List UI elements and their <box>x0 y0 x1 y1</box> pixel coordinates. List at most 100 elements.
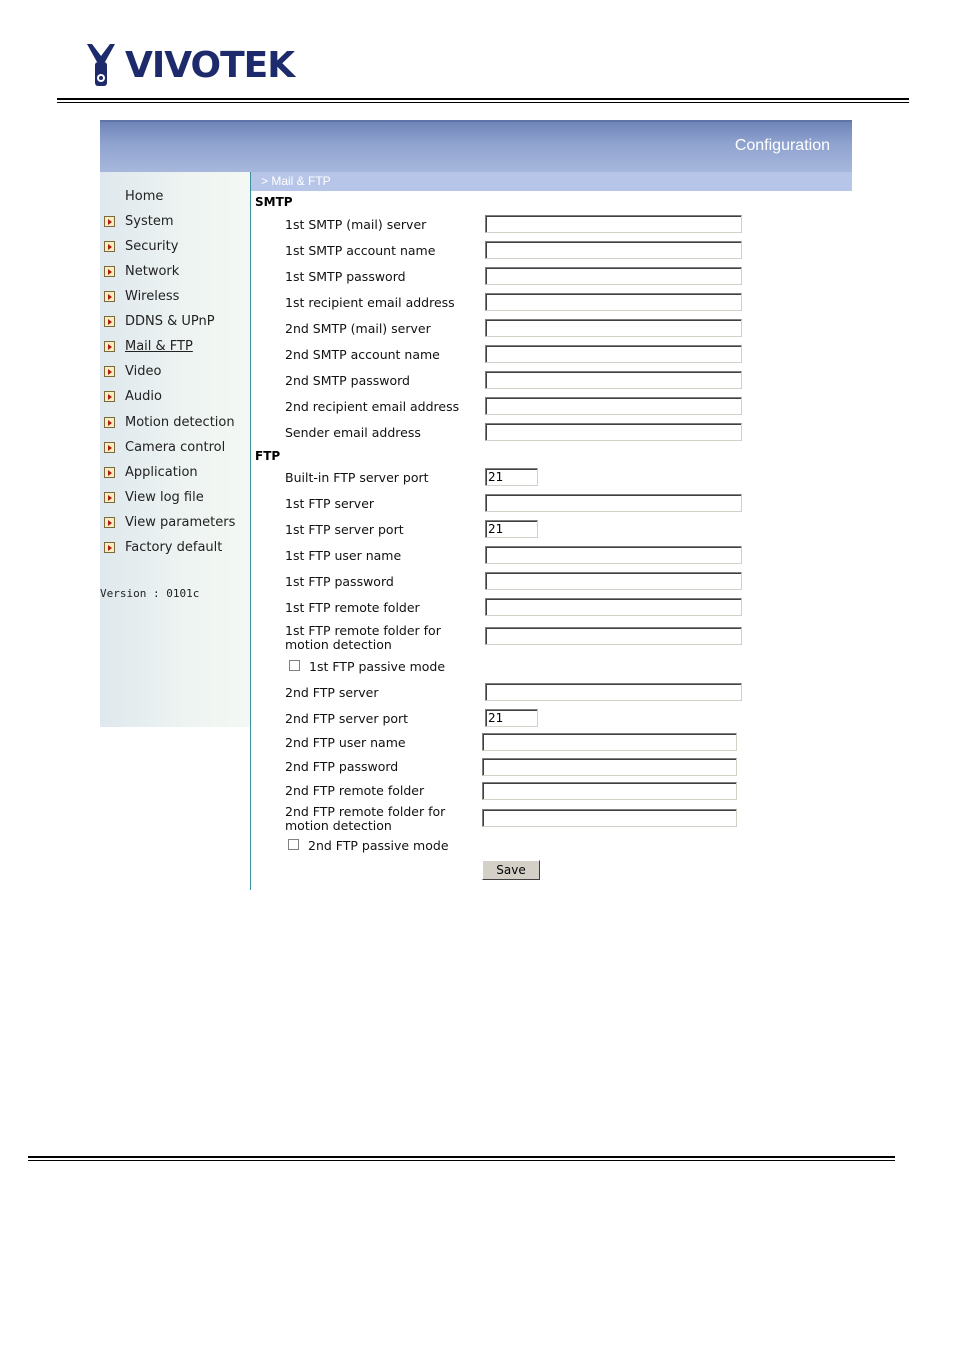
ftp2-port-input[interactable] <box>485 709 538 727</box>
ftp2-folder-label: 2nd FTP remote folder <box>285 783 425 798</box>
smtp1-server-label: 1st SMTP (mail) server <box>285 217 427 232</box>
ftp1-folder-input[interactable] <box>485 598 742 616</box>
recipient2-email-label: 2nd recipient email address <box>285 399 460 414</box>
sidebar-item-audio[interactable]: Audio <box>104 388 249 408</box>
breadcrumb: > Mail & FTP <box>251 172 852 191</box>
smtp1-account-input[interactable] <box>485 241 742 259</box>
sidebar-item-view-log-file[interactable]: View log file <box>104 489 249 509</box>
sidebar-item-home[interactable]: Home <box>104 188 249 208</box>
ftp2-port-label: 2nd FTP server port <box>285 711 409 726</box>
smtp1-password-input[interactable] <box>485 267 742 285</box>
arrow-bullet-icon <box>104 366 115 377</box>
header-rule-thin <box>57 102 909 103</box>
arrow-bullet-icon <box>104 517 115 528</box>
sidebar-item-label: Camera control <box>125 440 226 455</box>
smtp1-server-input[interactable] <box>485 215 742 233</box>
header-rule <box>57 98 909 100</box>
sidebar-item-label: Home <box>125 189 164 204</box>
ftp1-passive-label: 1st FTP passive mode <box>309 659 446 674</box>
sidebar-item-ddns-upnp[interactable]: DDNS & UPnP <box>104 313 249 333</box>
ftp2-user-input[interactable] <box>482 733 737 751</box>
sidebar-item-label: View log file <box>125 490 204 505</box>
smtp-heading: SMTP <box>255 195 293 209</box>
recipient1-email-label: 1st recipient email address <box>285 295 455 310</box>
arrow-bullet-icon <box>104 266 115 277</box>
arrow-bullet-icon <box>104 492 115 503</box>
ftp2-server-label: 2nd FTP server <box>285 685 379 700</box>
sidebar-item-label: Security <box>125 239 179 254</box>
ftp2-motion-folder-label-line2: motion detection <box>285 818 392 833</box>
smtp1-password-label: 1st SMTP password <box>285 269 406 284</box>
sidebar-item-wireless[interactable]: Wireless <box>104 288 249 308</box>
sidebar-item-label: Application <box>125 465 198 480</box>
arrow-bullet-icon <box>104 467 115 478</box>
sidebar-item-network[interactable]: Network <box>104 263 249 283</box>
sidebar-item-label: View parameters <box>125 515 236 530</box>
ftp1-server-input[interactable] <box>485 494 742 512</box>
builtin-ftp-port-label: Built-in FTP server port <box>285 470 429 485</box>
ftp2-motion-folder-input[interactable] <box>482 809 737 827</box>
footer-rule <box>28 1156 895 1158</box>
sidebar-item-security[interactable]: Security <box>104 238 249 258</box>
sidebar-item-label: Wireless <box>125 289 180 304</box>
ftp1-motion-folder-label-line2: motion detection <box>285 637 392 652</box>
sidebar-item-label: Mail & FTP <box>125 339 193 354</box>
arrow-bullet-icon <box>104 391 115 402</box>
sidebar-item-label: System <box>125 214 174 229</box>
ftp1-passive-checkbox[interactable] <box>289 660 300 671</box>
footer-rule-thin <box>28 1160 895 1161</box>
sidebar-item-mail-ftp[interactable]: Mail & FTP <box>104 338 249 358</box>
sidebar-item-label: Factory default <box>125 540 223 555</box>
sidebar-item-label: Motion detection <box>125 415 235 430</box>
smtp2-server-input[interactable] <box>485 319 742 337</box>
ftp1-port-label: 1st FTP server port <box>285 522 404 537</box>
arrow-bullet-icon <box>104 291 115 302</box>
breadcrumb-text: > Mail & FTP <box>261 174 331 188</box>
ftp1-motion-folder-label-line1: 1st FTP remote folder for <box>285 623 441 638</box>
smtp2-password-input[interactable] <box>485 371 742 389</box>
recipient1-email-input[interactable] <box>485 293 742 311</box>
sidebar-item-view-parameters[interactable]: View parameters <box>104 514 249 534</box>
ftp2-password-label: 2nd FTP password <box>285 759 399 774</box>
ftp2-user-label: 2nd FTP user name <box>285 735 406 750</box>
smtp2-password-label: 2nd SMTP password <box>285 373 410 388</box>
sender-email-label: Sender email address <box>285 425 421 440</box>
sidebar-item-label: Video <box>125 364 162 379</box>
ftp2-folder-input[interactable] <box>482 782 737 800</box>
sidebar-item-factory-default[interactable]: Factory default <box>104 539 249 559</box>
arrow-bullet-icon <box>104 216 115 227</box>
sidebar-item-video[interactable]: Video <box>104 363 249 383</box>
ftp2-passive-checkbox[interactable] <box>288 839 299 850</box>
arrow-bullet-icon <box>104 241 115 252</box>
save-button[interactable]: Save <box>482 860 540 880</box>
arrow-bullet-icon <box>104 542 115 553</box>
ftp1-motion-folder-input[interactable] <box>485 627 742 645</box>
recipient2-email-input[interactable] <box>485 397 742 415</box>
sidebar-item-system[interactable]: System <box>104 213 249 233</box>
sidebar-item-camera-control[interactable]: Camera control <box>104 439 249 459</box>
builtin-ftp-port-input[interactable] <box>485 468 538 486</box>
ftp1-user-input[interactable] <box>485 546 742 564</box>
ftp1-port-input[interactable] <box>485 520 538 538</box>
sender-email-input[interactable] <box>485 423 742 441</box>
camera-logo-icon <box>87 44 115 86</box>
arrow-bullet-icon <box>104 417 115 428</box>
ftp2-motion-folder-label-line1: 2nd FTP remote folder for <box>285 804 446 819</box>
smtp1-account-label: 1st SMTP account name <box>285 243 436 258</box>
smtp2-account-label: 2nd SMTP account name <box>285 347 440 362</box>
arrow-bullet-icon <box>104 341 115 352</box>
ftp2-passive-label: 2nd FTP passive mode <box>308 838 449 853</box>
sidebar-item-motion-detection[interactable]: Motion detection <box>104 414 249 434</box>
ftp2-password-input[interactable] <box>482 758 737 776</box>
sidebar-divider <box>250 172 251 890</box>
sidebar-item-label: DDNS & UPnP <box>125 314 215 329</box>
page-title: Configuration <box>734 137 830 154</box>
smtp2-account-input[interactable] <box>485 345 742 363</box>
ftp2-server-input[interactable] <box>485 683 742 701</box>
ftp1-password-input[interactable] <box>485 572 742 590</box>
smtp2-server-label: 2nd SMTP (mail) server <box>285 321 431 336</box>
sidebar-item-application[interactable]: Application <box>104 464 249 484</box>
ftp1-server-label: 1st FTP server <box>285 496 375 511</box>
arrow-bullet-icon <box>104 316 115 327</box>
version-label: Version : 0101c <box>100 587 200 600</box>
